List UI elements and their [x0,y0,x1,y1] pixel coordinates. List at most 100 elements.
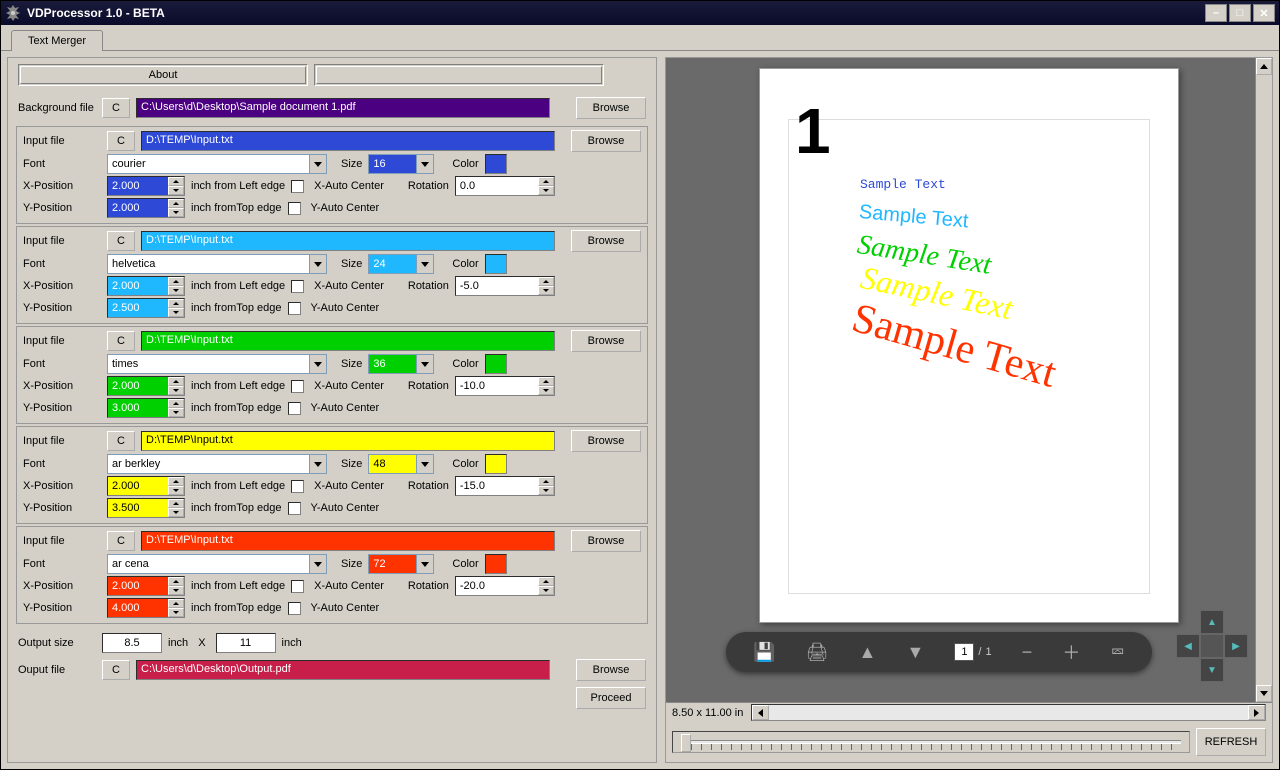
output-height-input[interactable]: 11 [216,633,276,653]
acrobat-icon[interactable]: ⮹ [1110,642,1124,663]
dropdown-arrow-icon[interactable] [309,355,326,373]
scroll-down-button[interactable] [1256,685,1272,702]
bg-browse-button[interactable]: Browse [576,97,646,119]
layer-3-yauto-checkbox[interactable] [288,402,301,415]
layer-4-browse-button[interactable]: Browse [571,430,641,452]
zoom-in-icon[interactable]: ＋ [1062,639,1080,665]
layer-1-size-select[interactable]: 16 [368,154,434,174]
page-down-icon[interactable]: ▼ [906,642,924,663]
layer-3-rotation-spinner[interactable]: -10.0 [455,376,555,396]
output-width-input[interactable]: 8.5 [102,633,162,653]
layer-5-font-select[interactable]: ar cena [107,554,327,574]
dropdown-arrow-icon[interactable] [309,455,326,473]
nav-down-button[interactable]: ▼ [1200,658,1224,682]
hscroll-right-button[interactable] [1248,705,1265,720]
layer-2-xpos-spinner[interactable]: 2.000 [107,276,185,296]
layer-2-yauto-checkbox[interactable] [288,302,301,315]
layer-5-xpos-spinner[interactable]: 2.000 [107,576,185,596]
layer-5-xauto-checkbox[interactable] [291,580,304,593]
output-clear-button[interactable]: C [102,660,130,680]
dropdown-arrow-icon[interactable] [309,555,326,573]
layer-4-color-swatch[interactable] [485,454,507,474]
layer-2-color-swatch[interactable] [485,254,507,274]
nav-right-button[interactable]: ▶ [1224,634,1248,658]
minimize-button[interactable]: – [1205,4,1227,22]
layer-1-path-field[interactable]: D:\TEMP\Input.txt [141,131,555,151]
save-icon[interactable]: 💾 [753,642,775,663]
proceed-button[interactable]: Proceed [576,687,646,709]
layer-1-xpos-spinner[interactable]: 2.000 [107,176,185,196]
layer-4-xpos-spinner[interactable]: 2.000 [107,476,185,496]
layer-2-browse-button[interactable]: Browse [571,230,641,252]
tab-text-merger[interactable]: Text Merger [11,30,103,51]
preview-horizontal-scrollbar[interactable] [751,704,1266,721]
layer-4-xauto-checkbox[interactable] [291,480,304,493]
layer-4-font-select[interactable]: ar berkley [107,454,327,474]
page-up-icon[interactable]: ▲ [859,642,877,663]
layer-2-clear-button[interactable]: C [107,231,135,251]
dropdown-arrow-icon[interactable] [416,355,433,373]
layer-3-ypos-spinner[interactable]: 3.000 [107,398,185,418]
scroll-up-button[interactable] [1256,58,1272,75]
layer-4-yauto-checkbox[interactable] [288,502,301,515]
preview-vertical-scrollbar[interactable] [1255,58,1272,702]
layer-5-browse-button[interactable]: Browse [571,530,641,552]
dropdown-arrow-icon[interactable] [416,155,433,173]
zoom-out-icon[interactable]: − [1022,642,1033,663]
layer-2-path-field[interactable]: D:\TEMP\Input.txt [141,231,555,251]
bg-clear-button[interactable]: C [102,98,130,118]
layer-3-size-select[interactable]: 36 [368,354,434,374]
layer-4-rotation-spinner[interactable]: -15.0 [455,476,555,496]
nav-up-button[interactable]: ▲ [1200,610,1224,634]
about-button[interactable]: About [18,64,308,86]
layer-5-color-swatch[interactable] [485,554,507,574]
layer-4-ypos-spinner[interactable]: 3.500 [107,498,185,518]
layer-2-ypos-spinner[interactable]: 2.500 [107,298,185,318]
layer-1-ypos-spinner[interactable]: 2.000 [107,198,185,218]
layer-4-path-field[interactable]: D:\TEMP\Input.txt [141,431,555,451]
zoom-slider[interactable] [672,731,1190,753]
layer-2-rotation-spinner[interactable]: -5.0 [455,276,555,296]
layer-3-clear-button[interactable]: C [107,331,135,351]
dropdown-arrow-icon[interactable] [416,255,433,273]
layer-1-xauto-checkbox[interactable] [291,180,304,193]
output-browse-button[interactable]: Browse [576,659,646,681]
layer-1-font-select[interactable]: courier [107,154,327,174]
output-path-field[interactable]: C:\Users\d\Desktop\Output.pdf [136,660,550,680]
layer-5-ypos-spinner[interactable]: 4.000 [107,598,185,618]
nav-left-button[interactable]: ◀ [1176,634,1200,658]
dropdown-arrow-icon[interactable] [309,255,326,273]
layer-3-browse-button[interactable]: Browse [571,330,641,352]
bg-path-field[interactable]: C:\Users\d\Desktop\Sample document 1.pdf [136,98,550,118]
layer-5-rotation-spinner[interactable]: -20.0 [455,576,555,596]
layer-2-font-select[interactable]: helvetica [107,254,327,274]
close-button[interactable]: ✕ [1253,4,1275,22]
layer-3-xpos-spinner[interactable]: 2.000 [107,376,185,396]
print-icon[interactable]: 🖨 [806,642,829,663]
layer-3-xauto-checkbox[interactable] [291,380,304,393]
dropdown-arrow-icon[interactable] [416,455,433,473]
refresh-button[interactable]: REFRESH [1196,728,1266,756]
layer-3-font-select[interactable]: times [107,354,327,374]
layer-2-size-select[interactable]: 24 [368,254,434,274]
layer-5-path-field[interactable]: D:\TEMP\Input.txt [141,531,555,551]
layer-5-size-select[interactable]: 72 [368,554,434,574]
layer-1-color-swatch[interactable] [485,154,507,174]
layer-1-rotation-spinner[interactable]: 0.0 [455,176,555,196]
layer-1-clear-button[interactable]: C [107,131,135,151]
layer-4-size-select[interactable]: 48 [368,454,434,474]
page-input[interactable]: 1 [954,643,974,661]
layer-3-path-field[interactable]: D:\TEMP\Input.txt [141,331,555,351]
nav-center-button[interactable] [1200,634,1224,658]
layer-5-clear-button[interactable]: C [107,531,135,551]
layer-5-yauto-checkbox[interactable] [288,602,301,615]
layer-1-browse-button[interactable]: Browse [571,130,641,152]
maximize-button[interactable]: □ [1229,4,1251,22]
layer-2-xauto-checkbox[interactable] [291,280,304,293]
dropdown-arrow-icon[interactable] [416,555,433,573]
layer-1-yauto-checkbox[interactable] [288,202,301,215]
layer-3-color-swatch[interactable] [485,354,507,374]
hscroll-left-button[interactable] [752,705,769,720]
layer-4-clear-button[interactable]: C [107,431,135,451]
dropdown-arrow-icon[interactable] [309,155,326,173]
